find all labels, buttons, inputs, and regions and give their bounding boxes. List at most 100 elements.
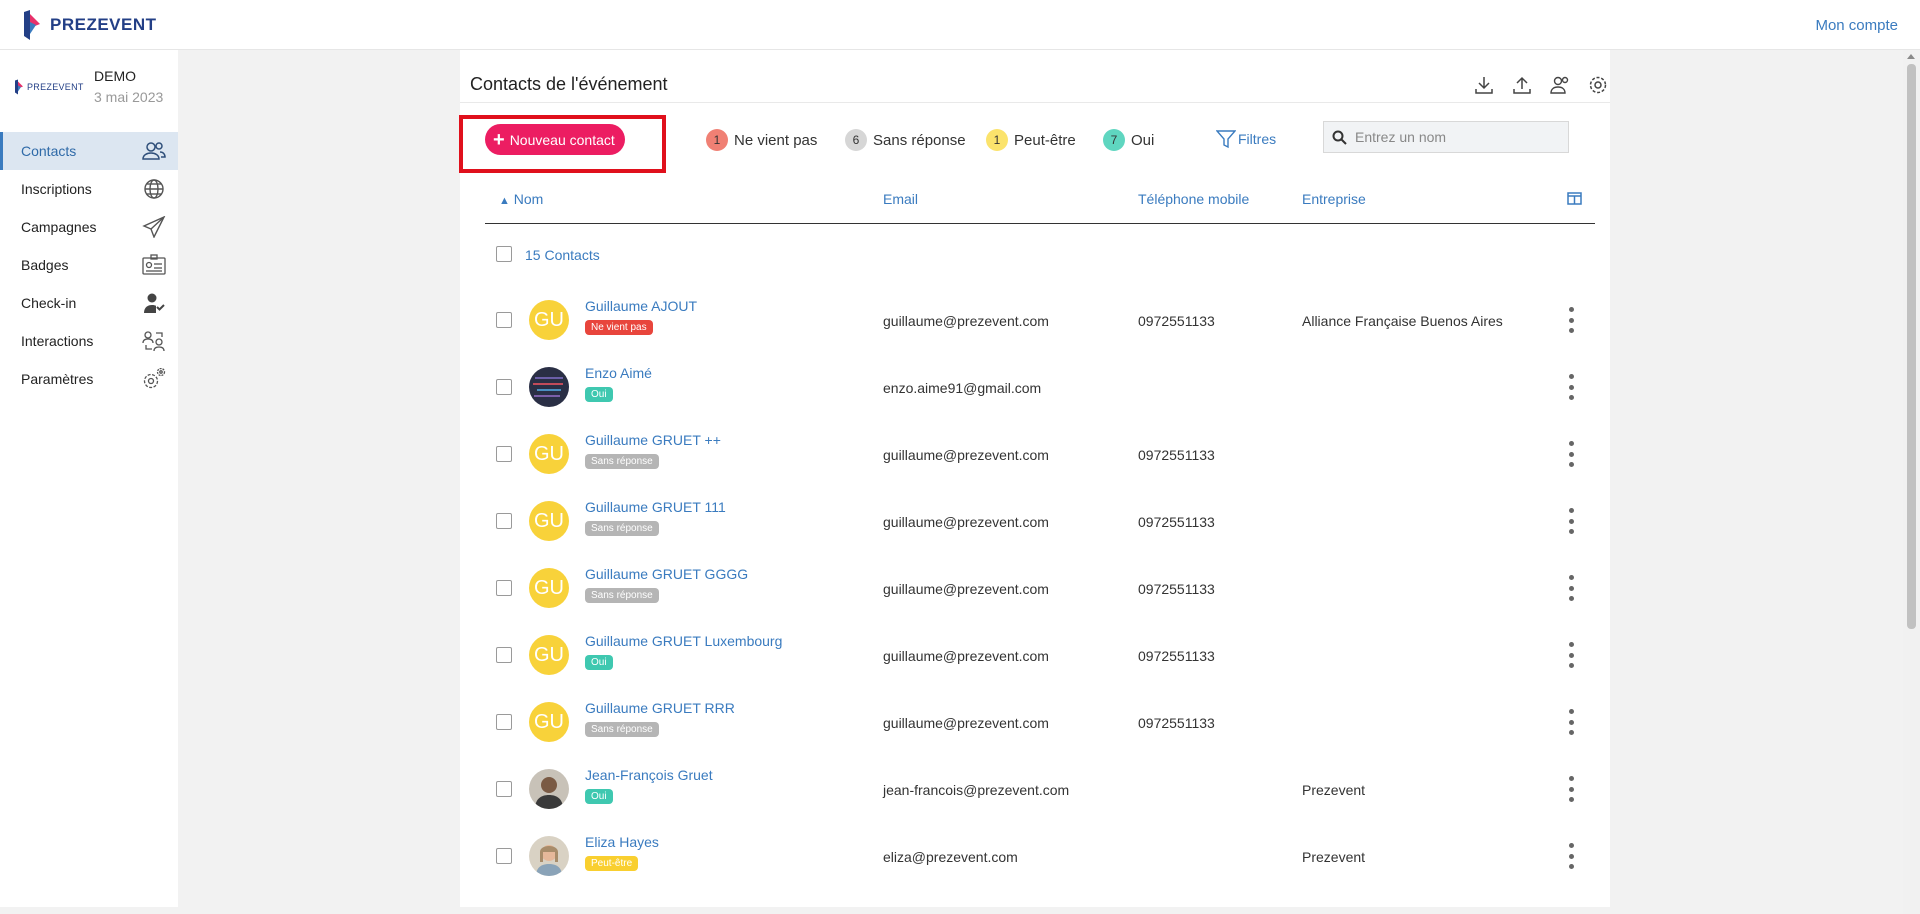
column-header-email[interactable]: Email bbox=[883, 191, 918, 207]
table-row[interactable]: GU Guillaume GRUET RRR Sans réponse guil… bbox=[485, 688, 1595, 755]
email-cell: guillaume@prezevent.com bbox=[883, 648, 1049, 664]
sidebar-item-campagnes[interactable]: Campagnes bbox=[0, 208, 178, 246]
company-cell: Alliance Française Buenos Aires bbox=[1302, 313, 1503, 329]
settings-gears-icon bbox=[143, 368, 166, 389]
row-checkbox[interactable] bbox=[496, 647, 512, 663]
phone-cell: 0972551133 bbox=[1138, 581, 1215, 597]
email-cell: guillaume@prezevent.com bbox=[883, 715, 1049, 731]
contact-name-link[interactable]: Guillaume GRUET Luxembourg bbox=[585, 633, 782, 649]
sidebar-item-parametres[interactable]: Paramètres bbox=[0, 360, 178, 398]
email-cell: guillaume@prezevent.com bbox=[883, 447, 1049, 463]
phone-cell: 0972551133 bbox=[1138, 514, 1215, 530]
header-divider bbox=[460, 102, 1610, 103]
row-checkbox[interactable] bbox=[496, 848, 512, 864]
status-badge: Oui bbox=[585, 789, 613, 804]
status-badge: Sans réponse bbox=[585, 588, 659, 603]
contact-name-link[interactable]: Eliza Hayes bbox=[585, 834, 659, 850]
row-actions-kebab-icon[interactable] bbox=[1567, 575, 1575, 601]
contact-name-link[interactable]: Guillaume GRUET GGGG bbox=[585, 566, 748, 582]
event-name: DEMO bbox=[94, 68, 136, 84]
interactions-icon bbox=[142, 331, 165, 352]
event-card[interactable]: PREZEVENT DEMO 3 mai 2023 bbox=[14, 67, 174, 107]
scrollbar[interactable] bbox=[1903, 50, 1920, 914]
status-filter-sans-reponse[interactable]: 6 Sans réponse bbox=[845, 129, 966, 151]
status-filter-ne-vient-pas[interactable]: 1 Ne vient pas bbox=[706, 129, 817, 151]
table-row[interactable]: Eliza Hayes Peut-être eliza@prezevent.co… bbox=[485, 822, 1595, 889]
status-filter-peut-etre[interactable]: 1 Peut-être bbox=[986, 129, 1076, 151]
email-cell: eliza@prezevent.com bbox=[883, 849, 1018, 865]
email-cell: guillaume@prezevent.com bbox=[883, 581, 1049, 597]
table-row[interactable]: GU Guillaume GRUET ++ Sans réponse guill… bbox=[485, 420, 1595, 487]
column-header-name[interactable]: ▲ Nom bbox=[499, 191, 543, 207]
row-actions-kebab-icon[interactable] bbox=[1567, 642, 1575, 668]
row-checkbox[interactable] bbox=[496, 379, 512, 395]
avatar-photo bbox=[529, 367, 569, 407]
brand-logo[interactable]: PREZEVENT bbox=[22, 10, 157, 40]
table-row[interactable]: GU Guillaume AJOUT Ne vient pas guillaum… bbox=[485, 286, 1595, 353]
email-cell: guillaume@prezevent.com bbox=[883, 514, 1049, 530]
account-link[interactable]: Mon compte bbox=[1815, 17, 1898, 34]
columns-layout-icon[interactable] bbox=[1567, 192, 1582, 205]
row-checkbox[interactable] bbox=[496, 513, 512, 529]
select-all-checkbox[interactable] bbox=[496, 246, 512, 262]
sidebar: PREZEVENT DEMO 3 mai 2023 Contacts Inscr… bbox=[0, 50, 178, 907]
avatar: GU bbox=[529, 434, 569, 474]
main-content: Contacts de l'événement + Nouveau contac… bbox=[459, 50, 1610, 907]
filters-button[interactable]: Filtres bbox=[1216, 129, 1276, 149]
scroll-up-arrow-icon[interactable] bbox=[1907, 54, 1915, 59]
row-actions-kebab-icon[interactable] bbox=[1567, 776, 1575, 802]
contact-name-link[interactable]: Jean-François Gruet bbox=[585, 767, 713, 783]
gear-icon[interactable] bbox=[1588, 75, 1608, 95]
phone-cell: 0972551133 bbox=[1138, 447, 1215, 463]
avatar: GU bbox=[529, 568, 569, 608]
contact-name-link[interactable]: Guillaume GRUET 111 bbox=[585, 499, 726, 515]
sidebar-item-label: Paramètres bbox=[21, 371, 94, 387]
row-checkbox[interactable] bbox=[496, 781, 512, 797]
row-actions-kebab-icon[interactable] bbox=[1567, 307, 1575, 333]
users-icon[interactable] bbox=[1550, 75, 1570, 95]
row-checkbox[interactable] bbox=[496, 580, 512, 596]
status-count: 7 bbox=[1103, 129, 1125, 151]
contact-name-link[interactable]: Enzo Aimé bbox=[585, 365, 652, 381]
avatar-photo bbox=[529, 836, 569, 876]
table-row[interactable]: GU Guillaume GRUET GGGG Sans réponse gui… bbox=[485, 554, 1595, 621]
sidebar-item-interactions[interactable]: Interactions bbox=[0, 322, 178, 360]
contact-name-link[interactable]: Guillaume GRUET ++ bbox=[585, 432, 721, 448]
company-cell: Prezevent bbox=[1302, 849, 1366, 865]
row-actions-kebab-icon[interactable] bbox=[1567, 843, 1575, 869]
table-row[interactable]: Enzo Aimé Oui enzo.aime91@gmail.com bbox=[485, 353, 1595, 420]
scroll-thumb[interactable] bbox=[1907, 64, 1916, 629]
download-icon[interactable] bbox=[1474, 75, 1494, 95]
sidebar-item-check-in[interactable]: Check-in bbox=[0, 284, 178, 322]
filters-label: Filtres bbox=[1238, 131, 1277, 147]
new-contact-button[interactable]: + Nouveau contact bbox=[485, 124, 625, 155]
status-label: Oui bbox=[1131, 131, 1155, 149]
contact-name-link[interactable]: Guillaume GRUET RRR bbox=[585, 700, 735, 716]
upload-icon[interactable] bbox=[1512, 75, 1532, 95]
status-label: Ne vient pas bbox=[734, 131, 818, 149]
row-actions-kebab-icon[interactable] bbox=[1567, 709, 1575, 735]
table-row[interactable]: GU Guillaume GRUET 111 Sans réponse guil… bbox=[485, 487, 1595, 554]
table-row[interactable]: GU Guillaume GRUET Luxembourg Oui guilla… bbox=[485, 621, 1595, 688]
sidebar-item-contacts[interactable]: Contacts bbox=[0, 132, 178, 170]
email-cell: guillaume@prezevent.com bbox=[883, 313, 1049, 329]
row-checkbox[interactable] bbox=[496, 714, 512, 730]
column-header-company[interactable]: Entreprise bbox=[1302, 191, 1366, 207]
search-box[interactable] bbox=[1323, 121, 1569, 153]
sidebar-item-badges[interactable]: Badges bbox=[0, 246, 178, 284]
search-input[interactable] bbox=[1355, 129, 1555, 145]
row-checkbox[interactable] bbox=[496, 312, 512, 328]
paper-plane-icon bbox=[142, 216, 166, 238]
contact-name-link[interactable]: Guillaume AJOUT bbox=[585, 298, 697, 314]
row-actions-kebab-icon[interactable] bbox=[1567, 441, 1575, 467]
badge-icon bbox=[142, 254, 166, 275]
sidebar-item-label: Badges bbox=[21, 257, 69, 273]
row-checkbox[interactable] bbox=[496, 446, 512, 462]
row-actions-kebab-icon[interactable] bbox=[1567, 508, 1575, 534]
status-filter-oui[interactable]: 7 Oui bbox=[1103, 129, 1154, 151]
sidebar-item-inscriptions[interactable]: Inscriptions bbox=[0, 170, 178, 208]
table-row[interactable]: Jean-François Gruet Oui jean-francois@pr… bbox=[485, 755, 1595, 822]
column-header-phone[interactable]: Téléphone mobile bbox=[1138, 191, 1249, 207]
row-actions-kebab-icon[interactable] bbox=[1567, 374, 1575, 400]
status-badge: Ne vient pas bbox=[585, 320, 653, 335]
